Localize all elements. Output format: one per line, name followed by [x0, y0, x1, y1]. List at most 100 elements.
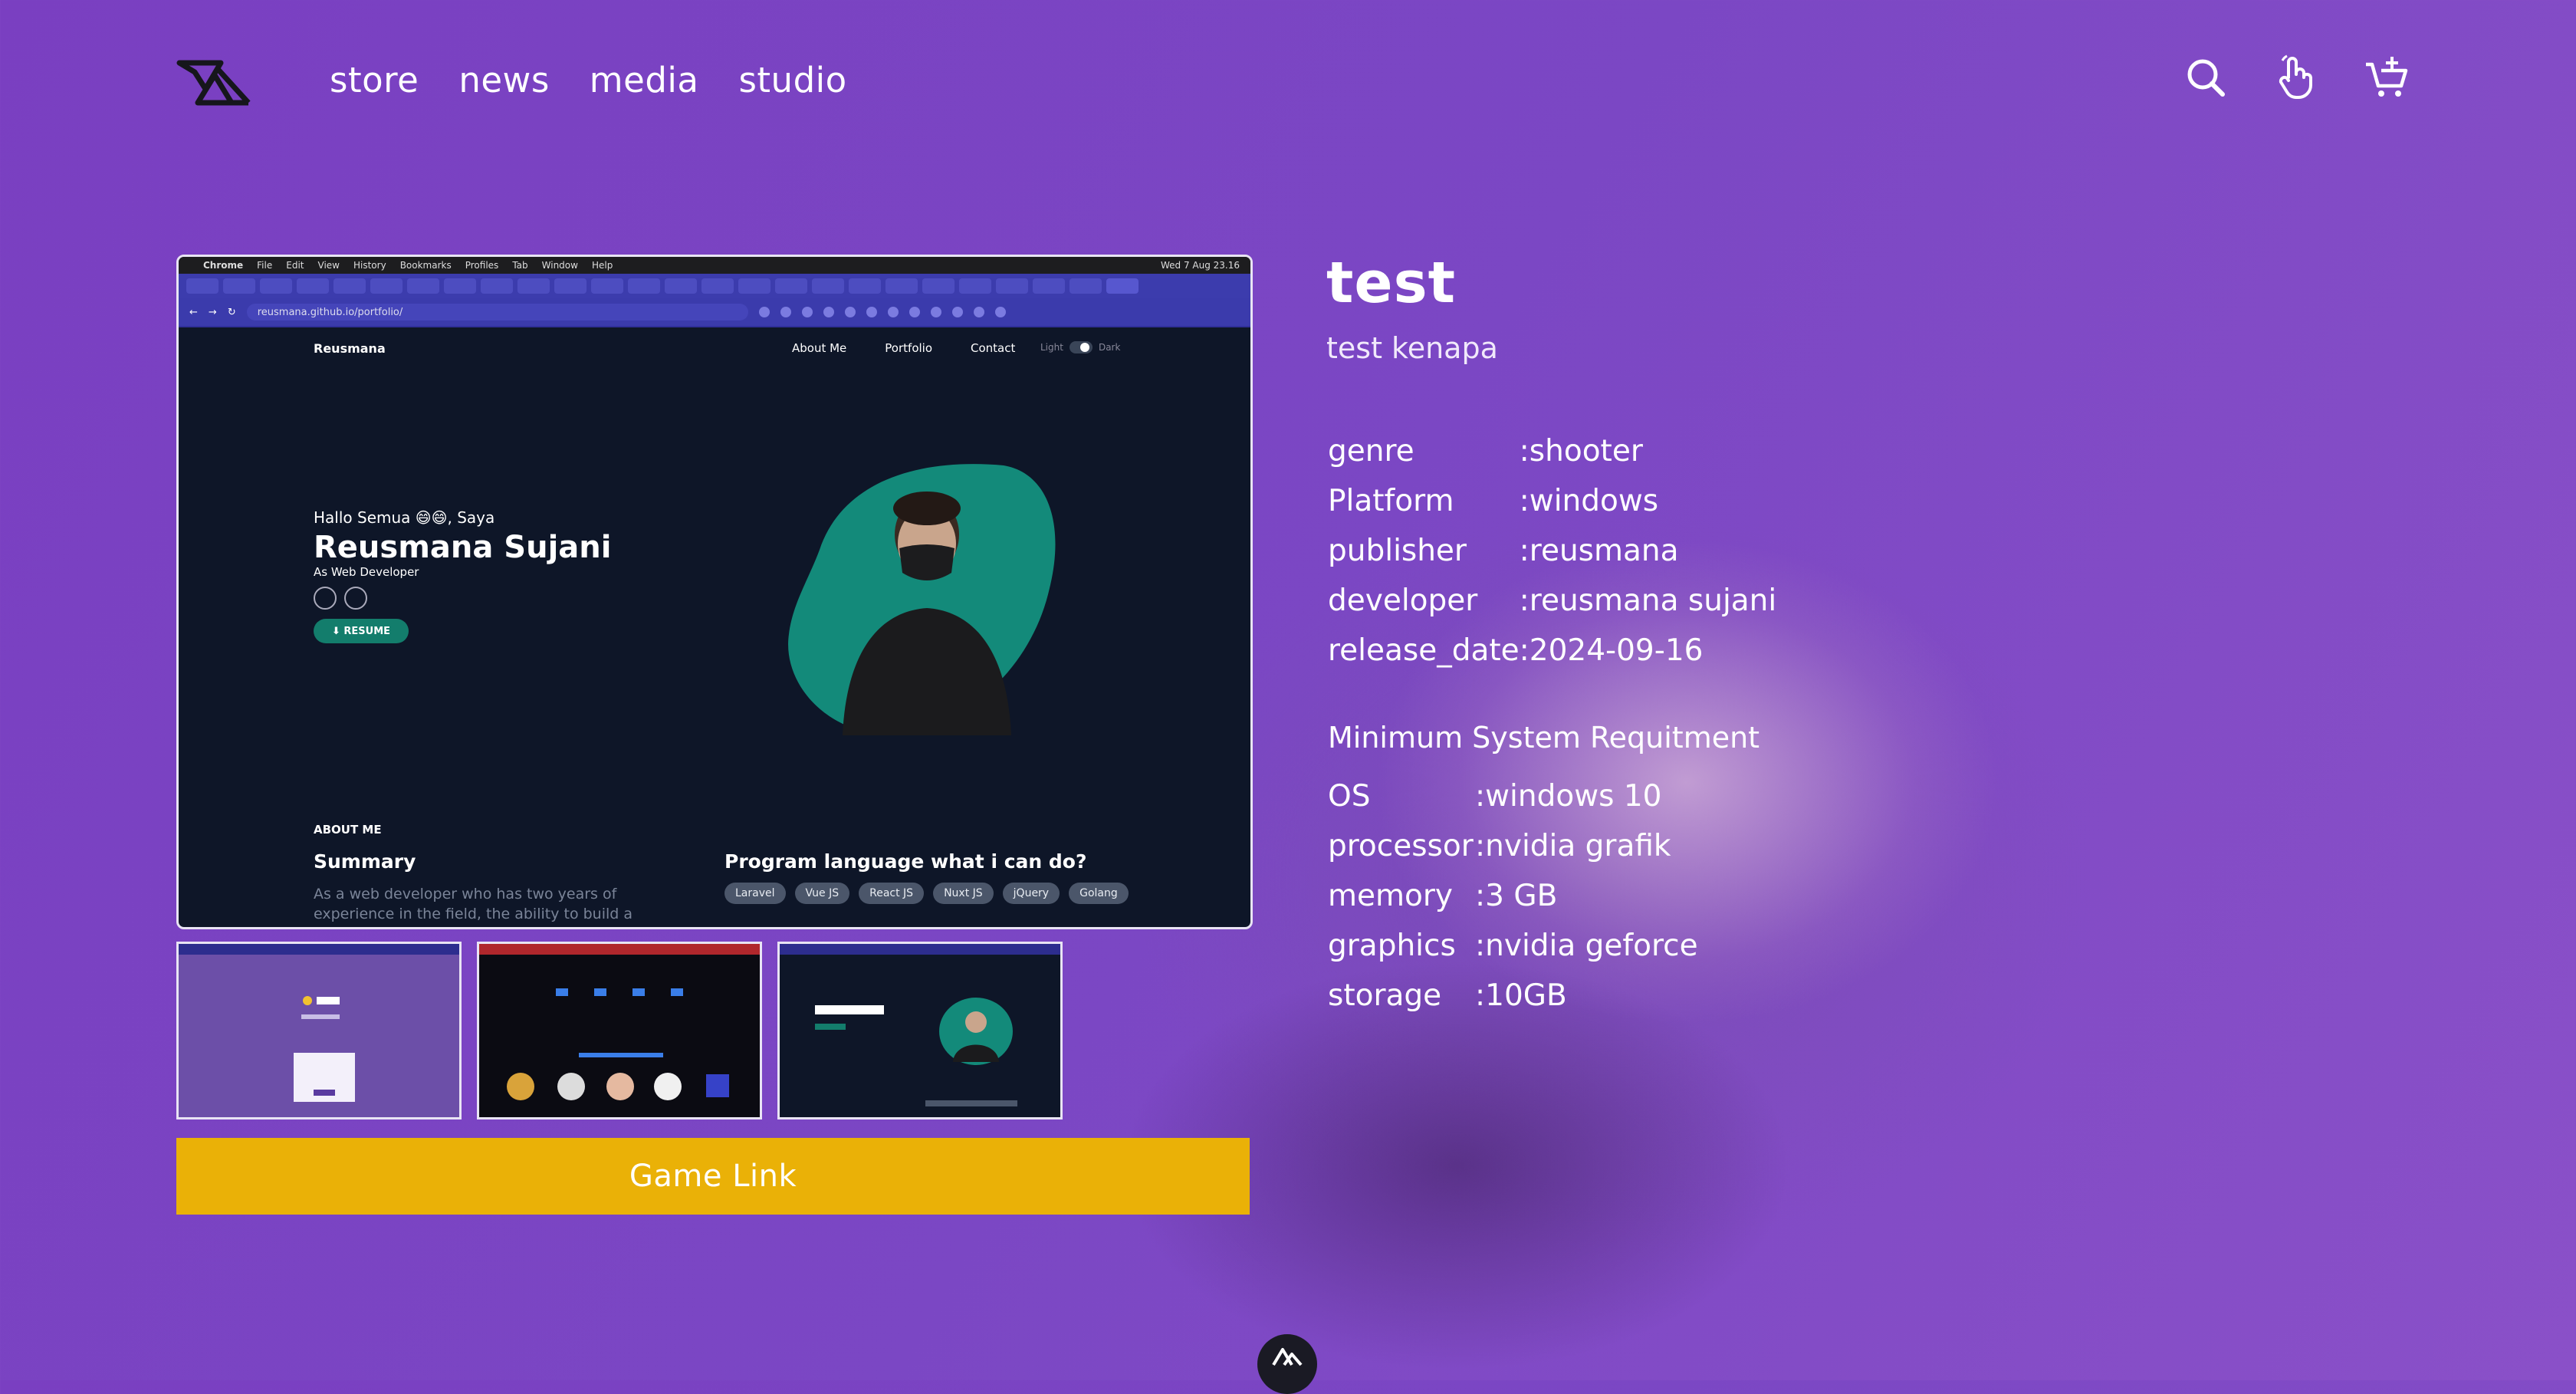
requirement-row: graphics :nvidia geforce: [1328, 921, 1698, 971]
game-link-button[interactable]: Game Link: [176, 1138, 1250, 1215]
extension-icon: [887, 307, 899, 317]
skill-chip: Vue JS: [794, 883, 850, 904]
requirements-table: OS :windows 10 processor :nvidia grafik …: [1328, 771, 1698, 1021]
skill-chip: React JS: [859, 883, 925, 904]
nav-link-studio[interactable]: studio: [738, 60, 846, 100]
requirement-value: :3 GB: [1475, 879, 1558, 913]
skill-chip: Nuxt JS: [933, 883, 994, 904]
nav-icons: [2183, 54, 2409, 101]
thumbnail-strip: [176, 942, 1063, 1119]
browser-tab: [738, 278, 770, 294]
browser-tab: [702, 278, 734, 294]
extension-icon: [973, 307, 984, 317]
extension-icon: [866, 307, 877, 317]
requirement-key: memory: [1328, 879, 1453, 913]
browser-tab: [775, 278, 807, 294]
info-key: developer: [1328, 584, 1478, 618]
browser-tab: [665, 278, 697, 294]
thumb-3-preview: [815, 998, 1017, 1106]
forward-icon: →: [208, 306, 217, 318]
browser-tab: [481, 278, 513, 294]
nav-link-store[interactable]: store: [330, 60, 419, 100]
requirements-title: Minimum System Requitment: [1328, 721, 1760, 755]
browser-tab: [628, 278, 660, 294]
requirement-row: processor :nvidia grafik: [1328, 821, 1698, 871]
requirement-row: storage :10GB: [1328, 971, 1698, 1021]
extension-icon: [909, 307, 920, 317]
game-info-table: genre :shooter Platform :windows publish…: [1328, 426, 1776, 676]
site-menu-item: Contact: [971, 341, 1016, 355]
skill-chip: Golang: [1069, 883, 1129, 904]
resume-button: ⬇ RESUME: [314, 619, 409, 643]
menubar-item: Window: [541, 260, 578, 271]
extension-icon: [994, 307, 1006, 317]
browser-tabbar: [179, 274, 1250, 298]
mac-menubar: Chrome File Edit View History Bookmarks …: [179, 257, 1250, 274]
skill-chip: jQuery: [1002, 883, 1060, 904]
site-brand: Reusmana: [314, 341, 386, 356]
game-title: test: [1326, 250, 1456, 316]
info-value: :reusmana sujani: [1519, 584, 1777, 618]
requirement-key: storage: [1328, 978, 1442, 1013]
browser-tab: [444, 278, 476, 294]
requirement-key: processor: [1328, 829, 1474, 863]
menubar-item: File: [257, 260, 273, 271]
browser-tab-active: [1106, 278, 1138, 294]
browser-tab: [591, 278, 623, 294]
person-role: As Web Developer: [314, 565, 419, 579]
browser-tab: [223, 278, 255, 294]
menubar-item: Edit: [286, 260, 304, 271]
requirement-value: :nvidia geforce: [1475, 929, 1698, 963]
menubar-item: Chrome: [203, 260, 244, 271]
browser-tab: [554, 278, 586, 294]
browser-tab: [260, 278, 292, 294]
extension-icon: [844, 307, 856, 317]
browser-tab: [186, 278, 219, 294]
nav-links: store news media studio: [330, 60, 847, 100]
thumbnail-2[interactable]: [477, 942, 762, 1119]
browser-tab: [407, 278, 439, 294]
requirement-row: OS :windows 10: [1328, 771, 1698, 821]
browser-tab: [996, 278, 1028, 294]
nav-link-media[interactable]: media: [590, 60, 699, 100]
browser-tab: [370, 278, 402, 294]
site-menu-item: Portfolio: [885, 341, 933, 355]
search-icon[interactable]: [2183, 54, 2228, 101]
hand-pointer-icon[interactable]: [2274, 54, 2318, 101]
profile-photo: [788, 464, 1056, 735]
menubar-clock: Wed 7 Aug 23.16: [1160, 260, 1240, 271]
info-row: genre :shooter: [1328, 426, 1776, 476]
greeting-text: Hallo Semua 😄😄, Saya: [314, 508, 495, 527]
cart-add-icon[interactable]: [2364, 54, 2409, 101]
toggle-light-label: Light: [1040, 342, 1063, 353]
nuxt-devtools-icon[interactable]: [1257, 1334, 1317, 1394]
thumb-2-preview: [507, 988, 729, 1100]
browser-tab: [297, 278, 329, 294]
info-row: publisher :reusmana: [1328, 526, 1776, 576]
info-value: :windows: [1519, 484, 1659, 518]
portfolio-page: Reusmana About Me Portfolio Contact Ligh…: [179, 326, 1250, 927]
browser-tab: [959, 278, 991, 294]
thumbnail-1[interactable]: [176, 942, 462, 1119]
extension-icon: [801, 307, 813, 317]
info-row: developer :reusmana sujani: [1328, 576, 1776, 626]
site-menu: About Me Portfolio Contact: [792, 341, 1015, 355]
instagram-icon: [314, 587, 337, 610]
nav-link-news[interactable]: news: [458, 60, 549, 100]
brand-logo-icon[interactable]: [175, 58, 255, 109]
info-key: release_date: [1328, 633, 1520, 668]
thumb-1-preview: [294, 996, 355, 1102]
browser-tab: [518, 278, 550, 294]
info-value: :reusmana: [1519, 534, 1679, 568]
about-label: ABOUT ME: [314, 823, 382, 837]
browser-addressbar: ← → ↻ reusmana.github.io/portfolio/: [179, 298, 1250, 327]
thumb-browser-bar: [179, 944, 459, 955]
person-name: Reusmana Sujani: [314, 530, 612, 565]
toggle-switch: [1069, 341, 1092, 353]
main-screenshot[interactable]: Chrome File Edit View History Bookmarks …: [176, 255, 1253, 929]
menubar-item: Tab: [512, 260, 528, 271]
requirement-row: memory :3 GB: [1328, 871, 1698, 921]
thumbnail-3[interactable]: [777, 942, 1063, 1119]
browser-tab: [334, 278, 366, 294]
thumb-browser-bar: [479, 944, 760, 955]
